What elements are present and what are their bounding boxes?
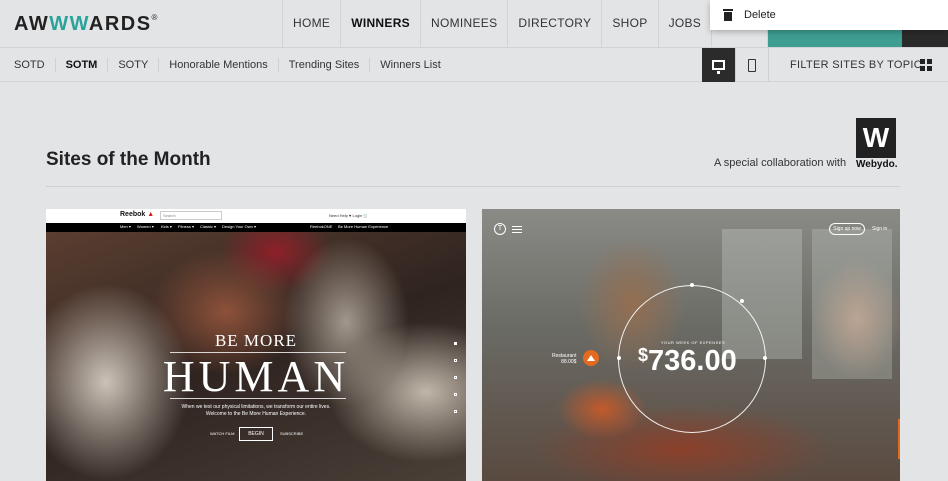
sub-navbar: SOTD SOTM SOTY Honorable Mentions Trendi… xyxy=(0,48,948,82)
subnav-sotm[interactable]: SOTM xyxy=(54,58,108,72)
webydo-logo[interactable]: W xyxy=(856,118,896,158)
watch-film-link: WATCH FILM xyxy=(210,431,235,436)
subnav-honorable-mentions[interactable]: Honorable Mentions xyxy=(158,58,277,72)
window-reflection xyxy=(812,229,892,379)
subnav-sotd[interactable]: SOTD xyxy=(0,58,55,72)
logo-part: AW xyxy=(14,13,50,35)
monitor-icon xyxy=(712,60,725,74)
ring-dot xyxy=(690,283,694,287)
reebok-nav-item: Men ▾ xyxy=(120,224,131,229)
reebok-nav-item: Women ▾ xyxy=(137,224,154,229)
sub-nav: SOTD SOTM SOTY Honorable Mentions Trendi… xyxy=(0,48,451,82)
hero-description: When we test our physical limitations, w… xyxy=(46,404,466,418)
filter-label: FILTER SITES BY TOPIC xyxy=(790,59,923,71)
nav-nominees[interactable]: NOMINEES xyxy=(419,0,507,47)
reebok-search-input: Search xyxy=(160,211,222,220)
logo-part: WW xyxy=(49,13,89,35)
restaurant-icon xyxy=(583,350,599,366)
nav-shop[interactable]: SHOP xyxy=(601,0,657,47)
reebok-nav: Men ▾ Women ▾ Kids ▾ Fitness ▾ Classic ▾… xyxy=(46,223,466,232)
context-menu: Delete xyxy=(710,0,948,30)
hero-desc-line: When we test our physical limitations, w… xyxy=(181,404,331,410)
reebok-header: Reebok ▲ Search Need Help ♥ Login 🛒 xyxy=(46,209,466,223)
restaurant-label: Restaurant 88.00$ xyxy=(552,353,576,365)
nav-jobs[interactable]: JOBS xyxy=(657,0,712,47)
restaurant-amount: 88.00$ xyxy=(561,359,577,365)
grid-icon xyxy=(920,59,932,71)
reebok-nav-item: Fitness ▾ xyxy=(178,224,195,229)
hero-headline: HUMAN xyxy=(162,352,350,401)
reebok-nav-item: Classic ▾ xyxy=(200,224,217,229)
subscribe-link: SUBSCRIBE xyxy=(280,431,304,436)
collab-text: A special collaboration with xyxy=(714,157,847,169)
awwwards-logo[interactable]: AWWWARDS® xyxy=(14,13,159,36)
reebok-utility-links: Need Help ♥ Login 🛒 xyxy=(329,213,369,218)
reebok-nav-item: Design Your Own ▾ xyxy=(222,224,257,229)
ring-dot xyxy=(763,356,767,360)
site-card-reebok[interactable]: Reebok ▲ Search Need Help ♥ Login 🛒 Men … xyxy=(46,209,466,481)
finance-logo: T xyxy=(494,223,506,235)
hero-desc-line: Welcome to the Be More Human Experience. xyxy=(205,411,307,417)
nav-winners[interactable]: WINNERS xyxy=(340,0,420,47)
registered-mark: ® xyxy=(151,13,159,22)
signin-link: Sign in xyxy=(872,226,888,232)
mobile-view-button[interactable] xyxy=(735,48,768,82)
filter-by-topic-button[interactable]: FILTER SITES BY TOPIC xyxy=(768,48,948,82)
trash-icon xyxy=(722,9,734,21)
desktop-view-button[interactable] xyxy=(702,48,735,82)
hero-rule xyxy=(170,398,346,399)
site-card-finance[interactable]: T Sign up now Sign in YOUR WEEK OF EXPEN… xyxy=(482,209,900,481)
begin-button: BEGIN xyxy=(239,427,273,441)
page-title: Sites of the Month xyxy=(46,149,211,170)
hero-headline-small: BE MORE xyxy=(214,331,298,350)
reebok-brand: Reebok xyxy=(120,211,146,218)
subnav-winners-list[interactable]: Winners List xyxy=(369,58,451,72)
logo-part: ARDS xyxy=(88,13,152,35)
partner-name: Webydo. xyxy=(856,159,898,170)
expense-amount: $736.00 xyxy=(638,345,737,378)
reebok-hero-image: BE MORE HUMAN When we test our physical … xyxy=(46,232,466,481)
subnav-soty[interactable]: SOTY xyxy=(107,58,158,72)
scroll-indicator xyxy=(898,419,900,459)
signup-button: Sign up now xyxy=(829,223,865,235)
delete-menu-item[interactable]: Delete xyxy=(744,9,776,21)
reebok-logo: Reebok ▲ xyxy=(120,211,155,218)
reebok-nav-item: Kids ▾ xyxy=(161,224,172,229)
hamburger-icon xyxy=(512,226,522,235)
reebok-nav-item: Be More Human Experience xyxy=(338,224,389,229)
nav-directory[interactable]: DIRECTORY xyxy=(507,0,601,47)
phone-icon xyxy=(748,58,756,72)
subnav-trending-sites[interactable]: Trending Sites xyxy=(277,58,370,72)
slide-dots xyxy=(454,342,458,427)
ring-dot xyxy=(617,356,621,360)
amount-value: 736.00 xyxy=(648,345,737,377)
ring-dot xyxy=(740,299,744,303)
nav-home[interactable]: HOME xyxy=(282,0,340,47)
section-divider xyxy=(46,186,900,187)
hero-ctas: WATCH FILM BEGIN SUBSCRIBE xyxy=(46,427,466,443)
reebok-nav-item: ReebokONE xyxy=(310,224,333,229)
currency-symbol: $ xyxy=(638,345,649,365)
